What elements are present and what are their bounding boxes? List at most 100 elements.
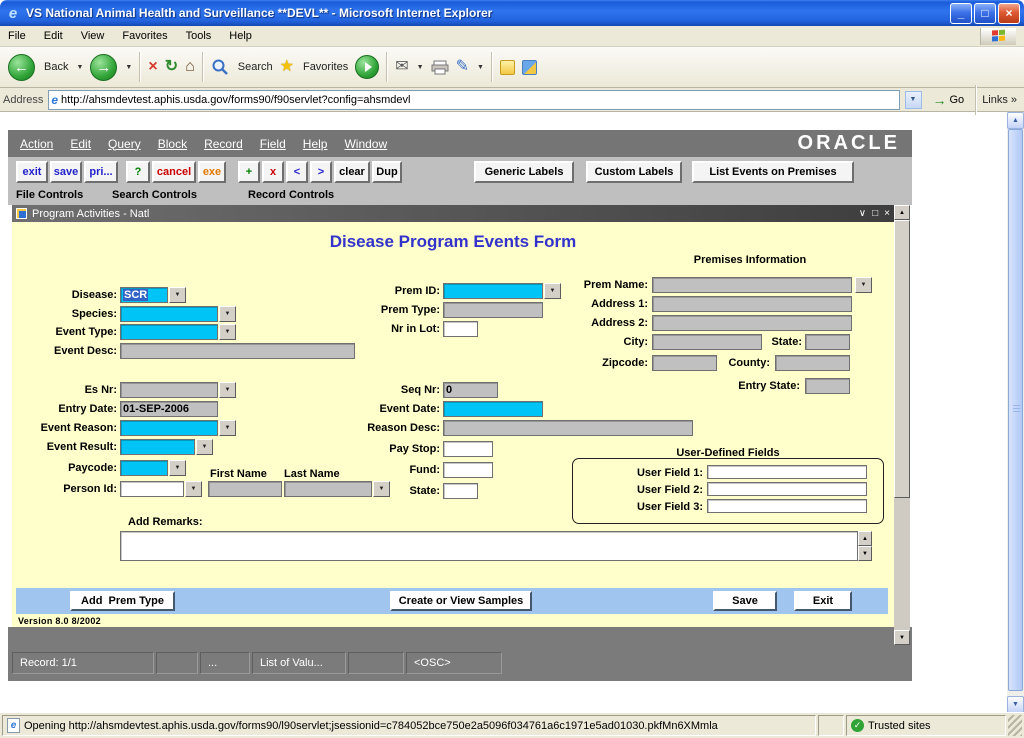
edit-icon[interactable]: ✎ bbox=[456, 59, 469, 75]
oracle-menu-block[interactable]: Block bbox=[158, 137, 187, 151]
save-button[interactable]: save bbox=[50, 161, 82, 183]
back-icon[interactable]: ← bbox=[8, 54, 35, 81]
event-reason-field[interactable] bbox=[120, 420, 218, 436]
oracle-menu-edit[interactable]: Edit bbox=[70, 137, 91, 151]
cancel-button[interactable]: cancel bbox=[152, 161, 196, 183]
save-form-button[interactable]: Save bbox=[713, 591, 777, 611]
oracle-menu-window[interactable]: Window bbox=[344, 137, 387, 151]
clear-button[interactable]: clear bbox=[334, 161, 370, 183]
search-label[interactable]: Search bbox=[238, 61, 273, 73]
event-date-field[interactable] bbox=[443, 401, 543, 417]
custom-labels-button[interactable]: Custom Labels bbox=[586, 161, 682, 183]
event-result-field[interactable] bbox=[120, 439, 195, 455]
edit-dropdown-icon[interactable]: ▼ bbox=[477, 64, 484, 71]
help-button[interactable]: ? bbox=[126, 161, 150, 183]
prem-state-field[interactable] bbox=[805, 334, 850, 350]
mail-icon[interactable]: ✉ bbox=[395, 59, 408, 75]
remarks-scroll-down[interactable]: ▼ bbox=[858, 546, 872, 561]
event-type-field[interactable] bbox=[120, 324, 218, 340]
city-field[interactable] bbox=[652, 334, 762, 350]
close-button[interactable]: × bbox=[998, 3, 1020, 24]
menu-tools[interactable]: Tools bbox=[186, 30, 212, 42]
list-events-button[interactable]: List Events on Premises bbox=[692, 161, 854, 183]
pay-stop-field[interactable] bbox=[443, 441, 493, 457]
delete-record-button[interactable]: x bbox=[262, 161, 284, 183]
person-id-field[interactable] bbox=[120, 481, 184, 497]
reason-desc-field[interactable] bbox=[443, 420, 693, 436]
menu-favorites[interactable]: Favorites bbox=[122, 30, 167, 42]
next-record-button[interactable]: > bbox=[310, 161, 332, 183]
menu-file[interactable]: File bbox=[8, 30, 26, 42]
execute-button[interactable]: exe bbox=[198, 161, 226, 183]
prem-type-field[interactable] bbox=[443, 302, 543, 318]
person-id-dropdown[interactable] bbox=[185, 481, 202, 497]
applet-scroll-up-icon[interactable]: ▲ bbox=[894, 205, 910, 220]
add-prem-type-button[interactable]: Add Prem Type bbox=[70, 591, 175, 611]
es-nr-dropdown[interactable] bbox=[219, 382, 236, 398]
fund-field[interactable] bbox=[443, 462, 493, 478]
zipcode-field[interactable] bbox=[652, 355, 717, 371]
address-input[interactable] bbox=[61, 94, 896, 106]
es-nr-field[interactable] bbox=[120, 382, 218, 398]
oracle-menu-help[interactable]: Help bbox=[303, 137, 328, 151]
oracle-menu-query[interactable]: Query bbox=[108, 137, 141, 151]
stop-icon[interactable]: × bbox=[148, 59, 157, 75]
prem-id-dropdown[interactable] bbox=[544, 283, 561, 299]
browser-scroll-down-icon[interactable]: ▼ bbox=[1007, 696, 1024, 713]
minimize-button[interactable]: _ bbox=[950, 3, 972, 24]
forward-dropdown-icon[interactable]: ▼ bbox=[125, 64, 132, 71]
media-icon[interactable] bbox=[355, 55, 379, 79]
refresh-icon[interactable]: ↻ bbox=[165, 59, 178, 75]
home-icon[interactable]: ⌂ bbox=[185, 59, 195, 75]
entry-state-field[interactable] bbox=[805, 378, 850, 394]
notes-icon[interactable] bbox=[500, 60, 515, 75]
menu-view[interactable]: View bbox=[81, 30, 105, 42]
favorites-star-icon[interactable]: ★ bbox=[280, 59, 294, 75]
add-remarks-field[interactable] bbox=[120, 531, 858, 561]
back-dropdown-icon[interactable]: ▼ bbox=[76, 64, 83, 71]
favorites-label[interactable]: Favorites bbox=[303, 61, 348, 73]
print-button[interactable]: pri... bbox=[84, 161, 118, 183]
browser-scroll-thumb[interactable] bbox=[1008, 129, 1023, 691]
address2-field[interactable] bbox=[652, 315, 852, 331]
disease-field[interactable]: SCR bbox=[120, 287, 168, 303]
form-window-restore-icon[interactable]: □ bbox=[872, 208, 878, 219]
address1-field[interactable] bbox=[652, 296, 852, 312]
seq-nr-field[interactable]: 0 bbox=[443, 382, 498, 398]
forward-icon[interactable]: → bbox=[90, 54, 117, 81]
search-icon[interactable] bbox=[211, 58, 229, 76]
paycode-field[interactable] bbox=[120, 460, 168, 476]
browser-scroll-up-icon[interactable]: ▲ bbox=[1007, 112, 1024, 129]
create-view-samples-button[interactable]: Create or View Samples bbox=[390, 591, 532, 611]
back-label[interactable]: Back bbox=[44, 61, 68, 73]
oracle-menu-record[interactable]: Record bbox=[204, 137, 243, 151]
prem-name-field[interactable] bbox=[652, 277, 852, 293]
form-window-shade-icon[interactable]: ∨ bbox=[859, 208, 866, 219]
applet-scrollbar[interactable]: ▲ ▼ bbox=[894, 205, 910, 645]
user-field-2[interactable] bbox=[707, 482, 867, 496]
menu-help[interactable]: Help bbox=[229, 30, 252, 42]
prem-id-field[interactable] bbox=[443, 283, 543, 299]
mail-dropdown-icon[interactable]: ▼ bbox=[417, 64, 424, 71]
entry-date-field[interactable]: 01-SEP-2006 bbox=[120, 401, 218, 417]
maximize-button[interactable]: □ bbox=[974, 3, 996, 24]
county-field[interactable] bbox=[775, 355, 850, 371]
disease-dropdown[interactable] bbox=[169, 287, 186, 303]
event-desc-field[interactable] bbox=[120, 343, 355, 359]
go-button[interactable]: → Go bbox=[927, 90, 971, 110]
generic-labels-button[interactable]: Generic Labels bbox=[474, 161, 574, 183]
address-dropdown-icon[interactable]: ▼ bbox=[905, 91, 922, 109]
state-field[interactable] bbox=[443, 483, 478, 499]
browser-scrollbar[interactable]: ▲ ▼ bbox=[1007, 112, 1024, 713]
applet-scroll-down-icon[interactable]: ▼ bbox=[894, 630, 910, 645]
menu-edit[interactable]: Edit bbox=[44, 30, 63, 42]
duplicate-button[interactable]: Dup bbox=[372, 161, 402, 183]
species-field[interactable] bbox=[120, 306, 218, 322]
messenger-icon[interactable] bbox=[522, 60, 537, 75]
user-field-3[interactable] bbox=[707, 499, 867, 513]
previous-record-button[interactable]: < bbox=[286, 161, 308, 183]
event-type-dropdown[interactable] bbox=[219, 324, 236, 340]
species-dropdown[interactable] bbox=[219, 306, 236, 322]
applet-scroll-thumb[interactable] bbox=[894, 220, 910, 498]
paycode-dropdown[interactable] bbox=[169, 460, 186, 476]
